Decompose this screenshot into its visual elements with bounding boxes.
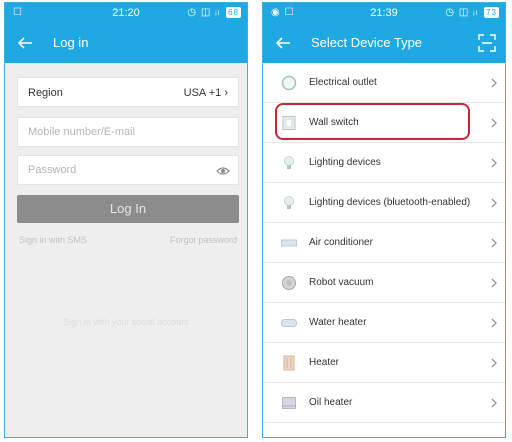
region-label: Region [28, 87, 63, 99]
region-value: USA +1 › [184, 87, 228, 99]
status-indicators: ◷ ◫ ᵢₗ [445, 7, 479, 18]
back-arrow-icon [275, 37, 290, 49]
login-form: Region USA +1 › Log In Sign in with SMS … [5, 63, 247, 437]
air-conditioner-icon [281, 239, 297, 247]
chevron-right-icon [491, 398, 497, 408]
status-right-icons: ◷ ◫ ᵢₗ 73 [445, 7, 499, 18]
device-type-screen: ◉ ☐ 21:39 ◷ ◫ ᵢₗ 73 Select Device Type E… [262, 2, 506, 438]
back-arrow-icon [17, 37, 32, 49]
page-title: Select Device Type [311, 35, 423, 50]
login-button[interactable]: Log In [17, 195, 239, 223]
chevron-right-icon [491, 238, 497, 248]
outlet-icon [281, 75, 297, 91]
bulb-icon [284, 196, 294, 209]
device-item-water-heater[interactable]: Water heater [263, 303, 505, 343]
scan-icon[interactable] [477, 33, 497, 53]
heater-icon [283, 355, 295, 371]
bulb-icon [284, 156, 294, 169]
chevron-right-icon [491, 358, 497, 368]
region-code: USA +1 [183, 87, 222, 99]
password-field[interactable] [17, 155, 239, 185]
device-item-air-conditioner[interactable]: Air conditioner [263, 223, 505, 263]
device-item-electrical-outlet[interactable]: Electrical outlet [263, 63, 505, 103]
sms-login-link[interactable]: Sign in with SMS [19, 235, 87, 245]
phone-email-input[interactable] [18, 118, 238, 146]
device-label: Air conditioner [309, 237, 373, 248]
eye-icon[interactable] [216, 164, 230, 178]
battery-icon: 73 [484, 7, 499, 18]
status-right-icons: ◷ ◫ ᵢₗ 68 [187, 7, 241, 18]
device-label: Water heater [309, 317, 367, 328]
back-button[interactable] [13, 31, 37, 55]
device-label: Robot vacuum [309, 277, 374, 288]
chevron-right-icon [491, 78, 497, 88]
title-bar: Log in [5, 23, 247, 63]
wall-switch-highlight [275, 103, 470, 140]
chevron-right-icon: › [224, 87, 228, 99]
device-item-lighting-bluetooth[interactable]: Lighting devices (bluetooth-enabled) [263, 183, 505, 223]
chevron-right-icon [491, 318, 497, 328]
forgot-password-link[interactable]: Forgot password [170, 235, 237, 245]
chevron-right-icon [491, 198, 497, 208]
robot-vacuum-icon [282, 276, 296, 290]
device-label: Oil heater [309, 397, 353, 408]
device-item-lighting[interactable]: Lighting devices [263, 143, 505, 183]
water-heater-icon [281, 319, 297, 327]
chevron-right-icon [491, 278, 497, 288]
back-button[interactable] [271, 31, 295, 55]
device-item-heater[interactable]: Heater [263, 343, 505, 383]
chevron-right-icon [491, 158, 497, 168]
social-login-link[interactable]: Sign in with your social account [5, 317, 247, 327]
status-indicators: ◷ ◫ ᵢₗ [187, 7, 221, 18]
device-label: Lighting devices (bluetooth-enabled) [309, 197, 471, 208]
oil-heater-icon [282, 397, 296, 409]
title-bar: Select Device Type [263, 23, 505, 63]
device-label: Heater [309, 357, 340, 368]
device-label: Lighting devices [309, 157, 381, 168]
device-label: Electrical outlet [309, 77, 377, 88]
status-bar: ◉ ☐ 21:39 ◷ ◫ ᵢₗ 73 [263, 3, 505, 23]
device-item-robot-vacuum[interactable]: Robot vacuum [263, 263, 505, 303]
region-selector[interactable]: Region USA +1 › [17, 77, 239, 107]
login-screen: ☐ 21:20 ◷ ◫ ᵢₗ 68 Log in Region USA +1 ›… [4, 2, 248, 438]
chevron-right-icon [491, 118, 497, 128]
page-title: Log in [53, 35, 89, 50]
password-input[interactable] [18, 156, 238, 184]
device-item-oil-heater[interactable]: Oil heater [263, 383, 505, 423]
battery-icon: 68 [226, 7, 241, 18]
status-bar: ☐ 21:20 ◷ ◫ ᵢₗ 68 [5, 3, 247, 23]
phone-email-field[interactable] [17, 117, 239, 147]
